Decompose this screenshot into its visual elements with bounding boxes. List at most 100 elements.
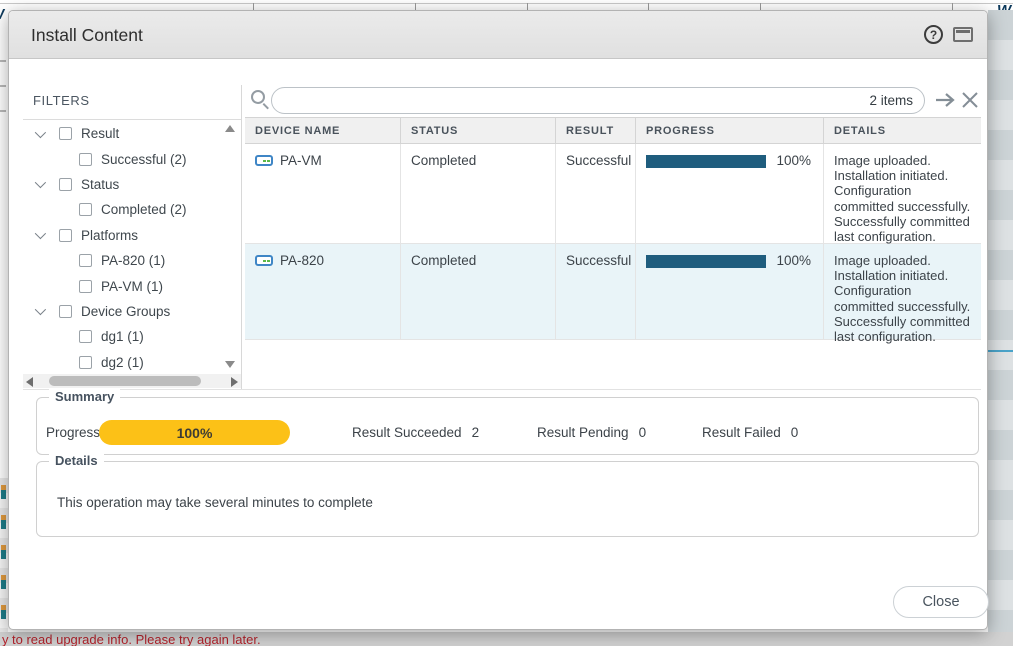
column-header-status[interactable]: STATUS bbox=[401, 117, 556, 144]
filter-group-result: Result bbox=[25, 121, 221, 146]
clear-filter-x-icon[interactable] bbox=[959, 90, 981, 115]
filters-heading: FILTERS bbox=[33, 93, 90, 108]
stat-label: Result Pending bbox=[537, 425, 629, 440]
details-message: This operation may take several minutes … bbox=[57, 495, 373, 510]
background-device-icon bbox=[1, 575, 6, 589]
checkbox-pa-vm[interactable] bbox=[79, 280, 92, 293]
filter-group-label[interactable]: Platforms bbox=[81, 228, 138, 243]
checkbox-dg1[interactable] bbox=[79, 330, 92, 343]
filter-group-label[interactable]: Status bbox=[81, 177, 119, 192]
checkbox-device-groups[interactable] bbox=[59, 305, 72, 318]
table-row-status-cell[interactable]: Completed bbox=[401, 244, 556, 340]
filter-item-successful: Successful (2) bbox=[25, 146, 221, 171]
scroll-right-icon[interactable] bbox=[231, 377, 238, 387]
filter-item-label[interactable]: dg1 (1) bbox=[101, 329, 144, 344]
result-text: Successful bbox=[566, 153, 631, 168]
column-header-progress[interactable]: PROGRESS bbox=[636, 117, 824, 144]
filter-group-device-groups: Device Groups bbox=[25, 299, 221, 324]
chevron-down-icon[interactable] bbox=[35, 228, 46, 239]
checkbox-pa-820[interactable] bbox=[79, 254, 92, 267]
checkbox-successful[interactable] bbox=[79, 153, 92, 166]
device-name: PA-VM bbox=[280, 153, 322, 168]
column-header-details[interactable]: DETAILS bbox=[824, 117, 981, 144]
error-text-fragment: y bbox=[2, 632, 9, 646]
background-device-icon bbox=[1, 485, 6, 499]
background-row-strip bbox=[988, 10, 1013, 632]
scroll-up-icon[interactable] bbox=[225, 125, 235, 132]
stat-value: 0 bbox=[639, 425, 647, 440]
summary-progress-bar: 100% bbox=[99, 420, 290, 445]
status-text: Completed bbox=[411, 253, 476, 268]
device-icon bbox=[255, 155, 273, 166]
filter-item-label[interactable]: PA-VM (1) bbox=[101, 279, 163, 294]
result-text: Successful bbox=[566, 253, 631, 268]
background-row-strip bbox=[0, 478, 8, 632]
table-row-details-cell[interactable]: Image uploaded. Installation initiated. … bbox=[824, 244, 981, 340]
background-dash bbox=[0, 110, 6, 112]
summary-progress-value: 100% bbox=[177, 425, 213, 441]
progress-bar-fill bbox=[646, 155, 766, 168]
checkbox-platforms[interactable] bbox=[59, 229, 72, 242]
scroll-left-icon[interactable] bbox=[26, 377, 33, 387]
checkbox-completed[interactable] bbox=[79, 203, 92, 216]
background-dash bbox=[0, 60, 6, 62]
background-dash bbox=[0, 85, 6, 87]
progress-percent-label: 100% bbox=[776, 253, 815, 268]
scroll-down-icon[interactable] bbox=[225, 361, 235, 368]
table-row-result-cell[interactable]: Successful bbox=[556, 244, 636, 340]
details-text: Image uploaded. Installation initiated. … bbox=[834, 153, 973, 244]
table-row-device-cell[interactable]: PA-820 bbox=[245, 244, 401, 340]
details-section: Details This operation may take several … bbox=[36, 461, 979, 537]
background-error-message: to read upgrade info. Please try again l… bbox=[12, 632, 261, 646]
filter-item-label[interactable]: PA-820 (1) bbox=[101, 253, 165, 268]
checkbox-status[interactable] bbox=[59, 178, 72, 191]
summary-legend: Summary bbox=[49, 389, 120, 404]
close-button[interactable]: Close bbox=[893, 586, 989, 618]
panel-divider bbox=[241, 85, 242, 390]
progress-bar bbox=[646, 255, 766, 268]
background-device-icon bbox=[1, 605, 6, 619]
filter-group-label[interactable]: Device Groups bbox=[81, 304, 170, 319]
maximize-window-icon[interactable] bbox=[953, 27, 973, 42]
progress-percent-label: 100% bbox=[776, 153, 815, 168]
table-row-progress-cell[interactable]: 100% bbox=[636, 144, 824, 244]
stat-result-pending: Result Pending 0 bbox=[537, 425, 646, 440]
help-glyph: ? bbox=[930, 28, 937, 42]
device-name: PA-820 bbox=[280, 253, 324, 268]
table-row-status-cell[interactable]: Completed bbox=[401, 144, 556, 244]
help-icon[interactable]: ? bbox=[924, 25, 943, 44]
scrollbar-thumb[interactable] bbox=[49, 376, 201, 386]
filter-item-pa-vm: PA-VM (1) bbox=[25, 273, 221, 298]
table-row-progress-cell[interactable]: 100% bbox=[636, 244, 824, 340]
chevron-down-icon[interactable] bbox=[35, 304, 46, 315]
filter-item-label[interactable]: dg2 (1) bbox=[101, 355, 144, 370]
tree-horizontal-scrollbar[interactable] bbox=[23, 374, 241, 388]
dialog-header: Install Content ? bbox=[9, 11, 987, 59]
progress-bar-fill bbox=[646, 255, 766, 268]
apply-filter-arrow-icon[interactable] bbox=[933, 89, 957, 116]
stat-label: Result Succeeded bbox=[352, 425, 462, 440]
filter-group-label[interactable]: Result bbox=[81, 126, 119, 141]
checkbox-dg2[interactable] bbox=[79, 356, 92, 369]
table-row-device-cell[interactable]: PA-VM bbox=[245, 144, 401, 244]
tree-vertical-scrollbar[interactable] bbox=[223, 121, 236, 372]
column-header-device-name[interactable]: DEVICE NAME bbox=[245, 117, 401, 144]
summary-progress-label: Progress bbox=[46, 425, 100, 440]
chevron-down-icon[interactable] bbox=[35, 127, 46, 138]
table-row-details-cell[interactable]: Image uploaded. Installation initiated. … bbox=[824, 144, 981, 244]
background-status-bar: y to read upgrade info. Please try again… bbox=[0, 632, 1013, 646]
details-text: Image uploaded. Installation initiated. … bbox=[834, 253, 973, 344]
filter-item-label[interactable]: Completed (2) bbox=[101, 202, 187, 217]
tree-top-border bbox=[23, 119, 241, 120]
filter-item-pa-820: PA-820 (1) bbox=[25, 248, 221, 273]
column-header-result[interactable]: RESULT bbox=[556, 117, 636, 144]
filter-group-platforms: Platforms bbox=[25, 223, 221, 248]
chevron-down-icon[interactable] bbox=[35, 177, 46, 188]
table-row-result-cell[interactable]: Successful bbox=[556, 144, 636, 244]
results-table: DEVICE NAME STATUS RESULT PROGRESS DETAI… bbox=[245, 117, 981, 340]
filter-item-label[interactable]: Successful (2) bbox=[101, 152, 187, 167]
search-input[interactable] bbox=[271, 87, 925, 114]
filter-item-completed: Completed (2) bbox=[25, 197, 221, 222]
checkbox-result[interactable] bbox=[59, 127, 72, 140]
panel-bottom-border bbox=[23, 389, 981, 390]
